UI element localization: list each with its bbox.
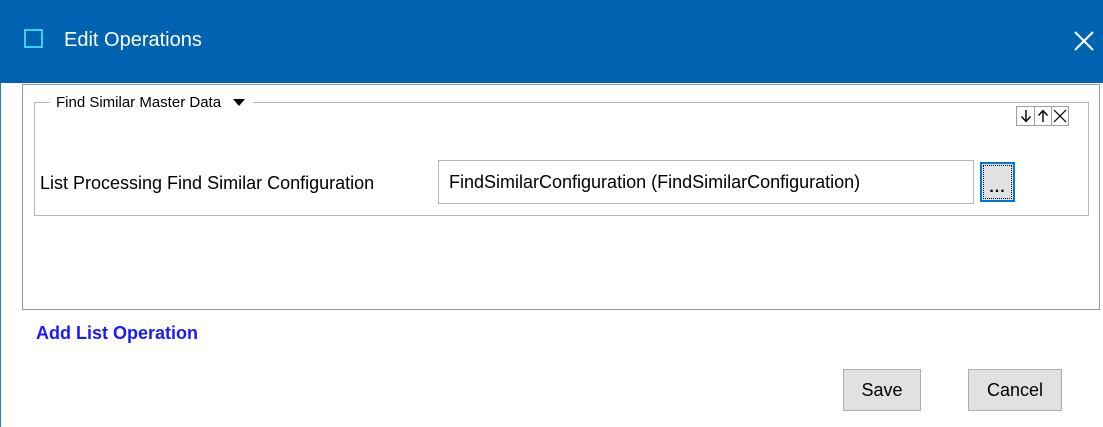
move-down-icon <box>1020 110 1031 123</box>
operation-type-dropdown[interactable] <box>231 95 247 111</box>
remove-icon <box>1053 109 1067 123</box>
move-up-button[interactable] <box>1034 107 1051 125</box>
operation-group-header: Find Similar Master Data <box>50 92 254 114</box>
move-up-icon <box>1037 109 1049 122</box>
window-title: Edit Operations <box>64 29 202 51</box>
move-down-button[interactable] <box>1017 107 1034 125</box>
browse-button[interactable]: ... <box>980 162 1015 202</box>
close-button[interactable] <box>1065 22 1101 58</box>
title-bar: Edit Operations <box>0 0 1103 83</box>
close-icon <box>1074 31 1094 51</box>
browse-button-label: ... <box>989 179 1006 196</box>
triangle-down-icon <box>233 99 246 106</box>
window-border <box>0 83 1 427</box>
operation-group-title: Find Similar Master Data <box>56 94 222 111</box>
cancel-button[interactable]: Cancel <box>968 369 1062 411</box>
configuration-field-input[interactable] <box>438 160 974 204</box>
operation-controls <box>1016 106 1069 126</box>
window-icon <box>24 29 43 48</box>
add-list-operation-link[interactable]: Add List Operation <box>36 322 198 344</box>
configuration-field-label: List Processing Find Similar Configurati… <box>40 173 375 193</box>
remove-operation-button[interactable] <box>1051 107 1068 125</box>
save-button[interactable]: Save <box>843 369 921 411</box>
